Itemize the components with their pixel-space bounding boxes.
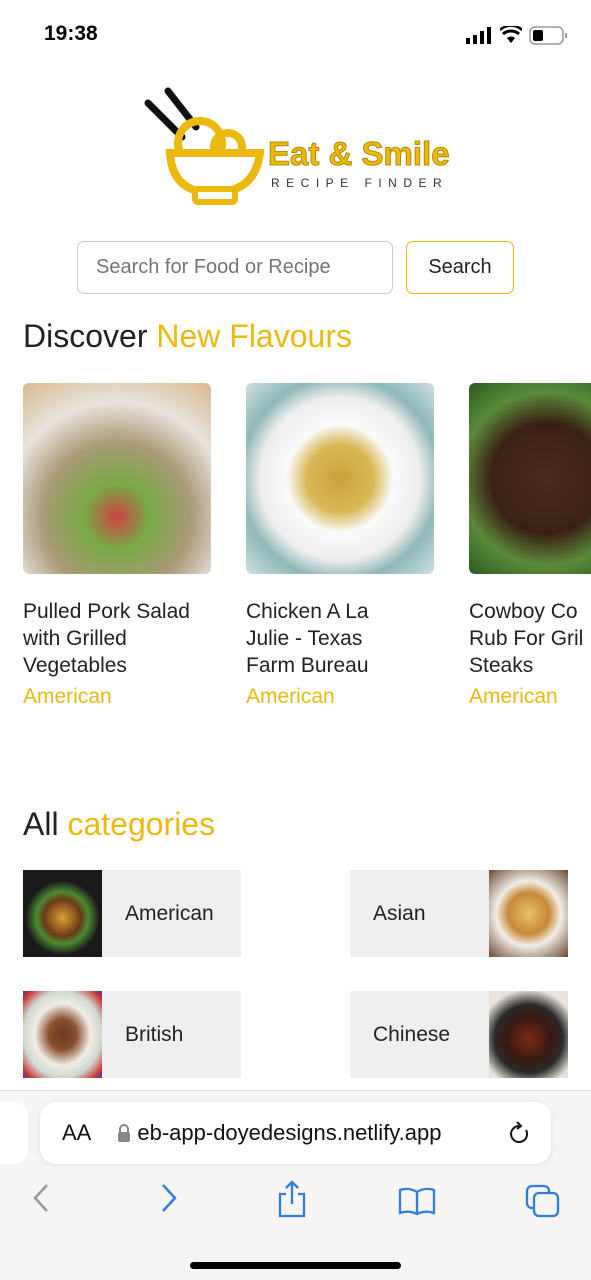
heading-plain: Discover [23,318,148,354]
share-icon[interactable] [277,1180,307,1218]
recipe-title[interactable]: Cowboy Co Rub For Gril Steaks [469,598,591,679]
search-input[interactable] [77,241,393,294]
category-image [489,870,568,957]
battery-icon [529,26,567,45]
text-size-button[interactable]: AA [62,1120,91,1146]
category-label: Chinese [373,1022,451,1046]
category-image [23,991,102,1078]
forward-icon[interactable] [158,1182,180,1214]
logo[interactable]: Eat & Smile RECIPE FINDER [140,85,480,210]
status-bar: 19:38 [0,0,591,60]
recipe-card[interactable]: Chicken A La Julie - Texas Farm Bureau Ame… [246,383,436,709]
category-chinese[interactable]: Chinese [350,991,568,1078]
home-indicator[interactable] [190,1262,401,1269]
recipe-title[interactable]: Chicken A La Julie - Texas Farm Bureau [246,598,436,679]
category-image [489,991,568,1078]
recipe-title[interactable]: Pulled Pork Salad with Grilled Vegetables [23,598,213,679]
address-bar[interactable]: AA eb-app-doyedesigns.netlify.app [40,1102,551,1164]
wifi-icon [500,26,522,43]
heading-accent: New Flavours [156,318,352,354]
clock: 19:38 [44,22,98,45]
recipe-image[interactable] [469,383,591,574]
url-text[interactable]: eb-app-doyedesigns.netlify.app [137,1120,509,1146]
search-button[interactable]: Search [406,241,514,294]
tabs-icon[interactable] [525,1184,561,1218]
categories-heading: All categories [23,806,215,843]
heading-plain: All [23,806,59,842]
reload-icon[interactable] [509,1121,531,1145]
category-british[interactable]: British [23,991,241,1078]
lock-icon [118,1124,131,1142]
back-icon[interactable] [30,1182,52,1214]
category-image [23,870,102,957]
recipe-card[interactable]: Cowboy Co Rub For Gril Steaks American [469,383,591,709]
category-label: British [125,1022,184,1046]
recipe-cuisine: American [23,685,112,708]
previous-tab-peek[interactable] [0,1102,28,1164]
recipe-cuisine: American [469,685,558,708]
category-label: American [125,901,214,925]
bookmarks-icon[interactable] [398,1186,436,1216]
heading-accent: categories [67,806,216,842]
logo-subtitle: RECIPE FINDER [271,176,449,190]
category-label: Asian [373,901,426,925]
noodle-bowl-logo-icon [144,87,265,205]
cellular-signal-icon [466,27,491,44]
recipe-image[interactable] [23,383,211,574]
recipe-card[interactable]: Pulled Pork Salad with Grilled Vegetables … [23,383,213,709]
category-asian[interactable]: Asian [350,870,568,957]
category-american[interactable]: American [23,870,241,957]
recipe-cuisine: American [246,685,335,708]
discover-heading: Discover New Flavours [23,318,352,355]
logo-title: Eat & Smile [268,135,451,173]
recipe-image[interactable] [246,383,434,574]
